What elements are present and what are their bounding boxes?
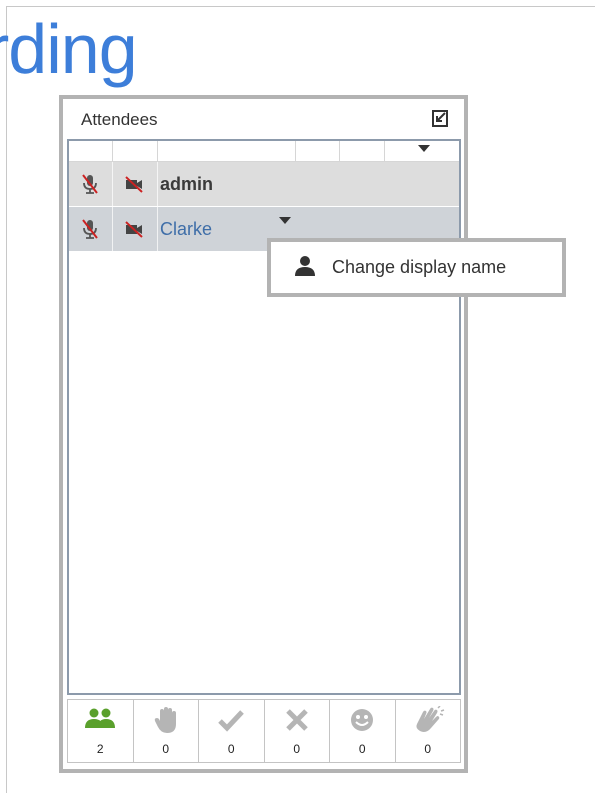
popout-icon[interactable] (430, 109, 450, 129)
stat-smile[interactable]: 0 (330, 700, 396, 762)
stat-raise-hand[interactable]: 0 (134, 700, 199, 762)
stat-count: 0 (162, 742, 170, 756)
stats-footer: 2 0 0 0 0 0 (67, 699, 461, 763)
list-column-header (69, 141, 459, 162)
stat-agree[interactable]: 0 (199, 700, 265, 762)
cross-icon (285, 709, 308, 731)
stat-count: 0 (358, 742, 366, 756)
change-display-name-menu-item[interactable]: Change display name (271, 242, 562, 293)
panel-title: Attendees (81, 110, 158, 129)
context-menu: Change display name (267, 238, 566, 297)
stat-disagree[interactable]: 0 (265, 700, 330, 762)
menu-item-label: Change display name (332, 257, 507, 277)
mic-muted-icon[interactable] (79, 172, 101, 196)
checkmark-icon (218, 710, 245, 732)
stat-count: 2 (96, 742, 104, 756)
row-menu-arrow-icon[interactable] (279, 217, 291, 224)
people-icon (85, 708, 116, 728)
stat-applause[interactable]: 0 (396, 700, 461, 762)
camera-off-icon[interactable] (123, 174, 145, 194)
stat-count: 0 (293, 742, 301, 756)
person-icon (293, 254, 317, 278)
attendees-panel: Attendees admin Clarke 2 0 0 0 0 0 (59, 95, 468, 773)
stat-count: 0 (424, 742, 432, 756)
sort-arrow-icon[interactable] (418, 145, 430, 152)
attendee-name: admin (160, 174, 214, 194)
stat-count: 0 (227, 742, 235, 756)
stat-attendees[interactable]: 2 (68, 700, 134, 762)
mic-muted-icon[interactable] (79, 217, 101, 241)
attendee-name: Clarke (160, 219, 213, 239)
attendee-list: admin Clarke (67, 139, 461, 695)
attendee-row[interactable]: admin (69, 162, 459, 206)
raise-hand-icon (154, 707, 176, 733)
panel-header: Attendees (63, 99, 464, 139)
camera-off-icon[interactable] (123, 219, 145, 239)
background-heading: rding (0, 10, 138, 88)
smiley-icon (351, 709, 374, 731)
applause-icon (416, 706, 444, 732)
